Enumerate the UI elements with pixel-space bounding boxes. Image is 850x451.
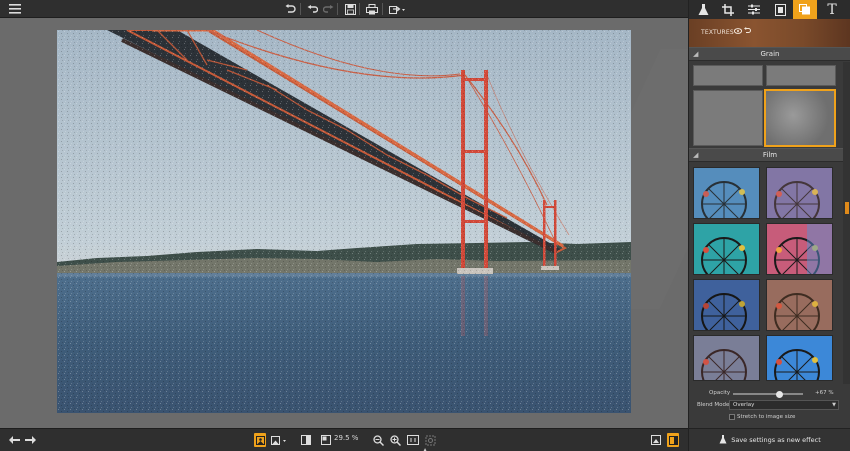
film-thumbnail-3[interactable]	[693, 223, 760, 275]
frame-icon[interactable]	[768, 0, 792, 19]
section-grain-title: Grain	[760, 50, 780, 58]
grain-texture-1[interactable]	[693, 65, 763, 86]
export-icon[interactable]	[650, 433, 662, 447]
film-thumbnail-6[interactable]	[766, 279, 833, 331]
panel-toggle-icon[interactable]	[667, 433, 679, 447]
panel-tabs: T	[689, 0, 850, 19]
edited-photo[interactable]	[57, 30, 631, 413]
film-thumbnail-7[interactable]	[693, 335, 760, 381]
redo-step-icon[interactable]	[321, 2, 335, 16]
section-film-title: Film	[762, 151, 778, 159]
section-grain-header[interactable]: ◢ Grain	[689, 47, 850, 61]
blend-mode-select[interactable]: Overlay ▼	[729, 400, 839, 410]
film-thumbnail-1[interactable]	[693, 167, 760, 219]
opacity-slider[interactable]	[733, 390, 803, 398]
crop-icon[interactable]	[716, 0, 740, 19]
single-view-icon[interactable]	[254, 433, 266, 447]
effects-panel: T TEXTURES ◢ Grain ◢ Film Opacity +67 % …	[688, 0, 850, 451]
toolbar-divider	[337, 3, 338, 15]
film-thumbnail-8[interactable]	[766, 335, 833, 381]
image-canvas[interactable]	[0, 19, 688, 428]
photo-editor-window: 29.5 % ▲ T TEXTURES ◢ Grain ◢ Film Opaci…	[0, 0, 850, 451]
stretch-label: Stretch to image size	[737, 414, 796, 420]
save-effect-button[interactable]: Save settings as new effect	[689, 428, 850, 451]
zoom-value-box-icon	[320, 433, 332, 447]
toolbar-divider	[359, 3, 360, 15]
textures-title: TEXTURES	[701, 29, 734, 36]
reset-icon[interactable]	[744, 27, 751, 36]
next-image-icon[interactable]	[24, 433, 36, 447]
scrollbar-handle[interactable]	[845, 202, 849, 214]
bottom-toolbar: 29.5 % ▲	[0, 428, 688, 451]
text-icon[interactable]: T	[820, 0, 844, 19]
opacity-control: Opacity +67 %	[689, 388, 850, 400]
flask-icon	[719, 434, 727, 446]
film-thumbnail-4[interactable]	[766, 223, 833, 275]
panel-scrollbar[interactable]	[843, 62, 850, 384]
blend-mode-label: Blend Mode	[697, 402, 730, 408]
share-icon[interactable]	[388, 2, 406, 16]
film-thumbnail-2[interactable]	[766, 167, 833, 219]
textures-icon[interactable]	[793, 0, 817, 19]
flask-icon[interactable]	[691, 0, 715, 19]
zoom-out-icon[interactable]	[372, 433, 384, 447]
stretch-checkbox[interactable]	[729, 414, 735, 420]
textures-header: TEXTURES	[689, 19, 850, 47]
blend-mode-value: Overlay	[733, 402, 755, 408]
menu-icon[interactable]	[8, 2, 22, 16]
grain-texture-selected[interactable]	[764, 89, 836, 147]
grain-texture-2[interactable]	[766, 65, 836, 86]
opacity-slider-knob[interactable]	[776, 390, 784, 398]
save-icon[interactable]	[343, 2, 357, 16]
film-thumbnail-5[interactable]	[693, 279, 760, 331]
toolbar-divider	[300, 3, 301, 15]
zoom-in-icon[interactable]	[389, 433, 401, 447]
toolbar-divider	[382, 3, 383, 15]
expand-up-icon[interactable]: ▲	[421, 443, 429, 451]
grain-texture-3[interactable]	[693, 90, 763, 146]
undo-step-icon[interactable]	[305, 2, 319, 16]
opacity-label: Opacity	[709, 390, 731, 396]
top-toolbar	[0, 0, 688, 18]
adjust-sliders-icon[interactable]	[742, 0, 766, 19]
compare-icon[interactable]	[300, 433, 312, 447]
eye-icon[interactable]	[733, 27, 743, 36]
zoom-value[interactable]: 29.5 %	[334, 434, 358, 442]
fit-to-screen-icon[interactable]	[406, 433, 420, 447]
prev-image-icon[interactable]	[8, 433, 20, 447]
undo-icon[interactable]	[283, 2, 297, 16]
opacity-value: +67 %	[815, 390, 834, 396]
image-select-icon[interactable]	[270, 433, 288, 447]
section-film-header[interactable]: ◢ Film	[689, 148, 850, 162]
print-icon[interactable]	[365, 2, 379, 16]
chevron-down-icon: ▼	[832, 402, 836, 408]
save-effect-label: Save settings as new effect	[731, 436, 821, 444]
